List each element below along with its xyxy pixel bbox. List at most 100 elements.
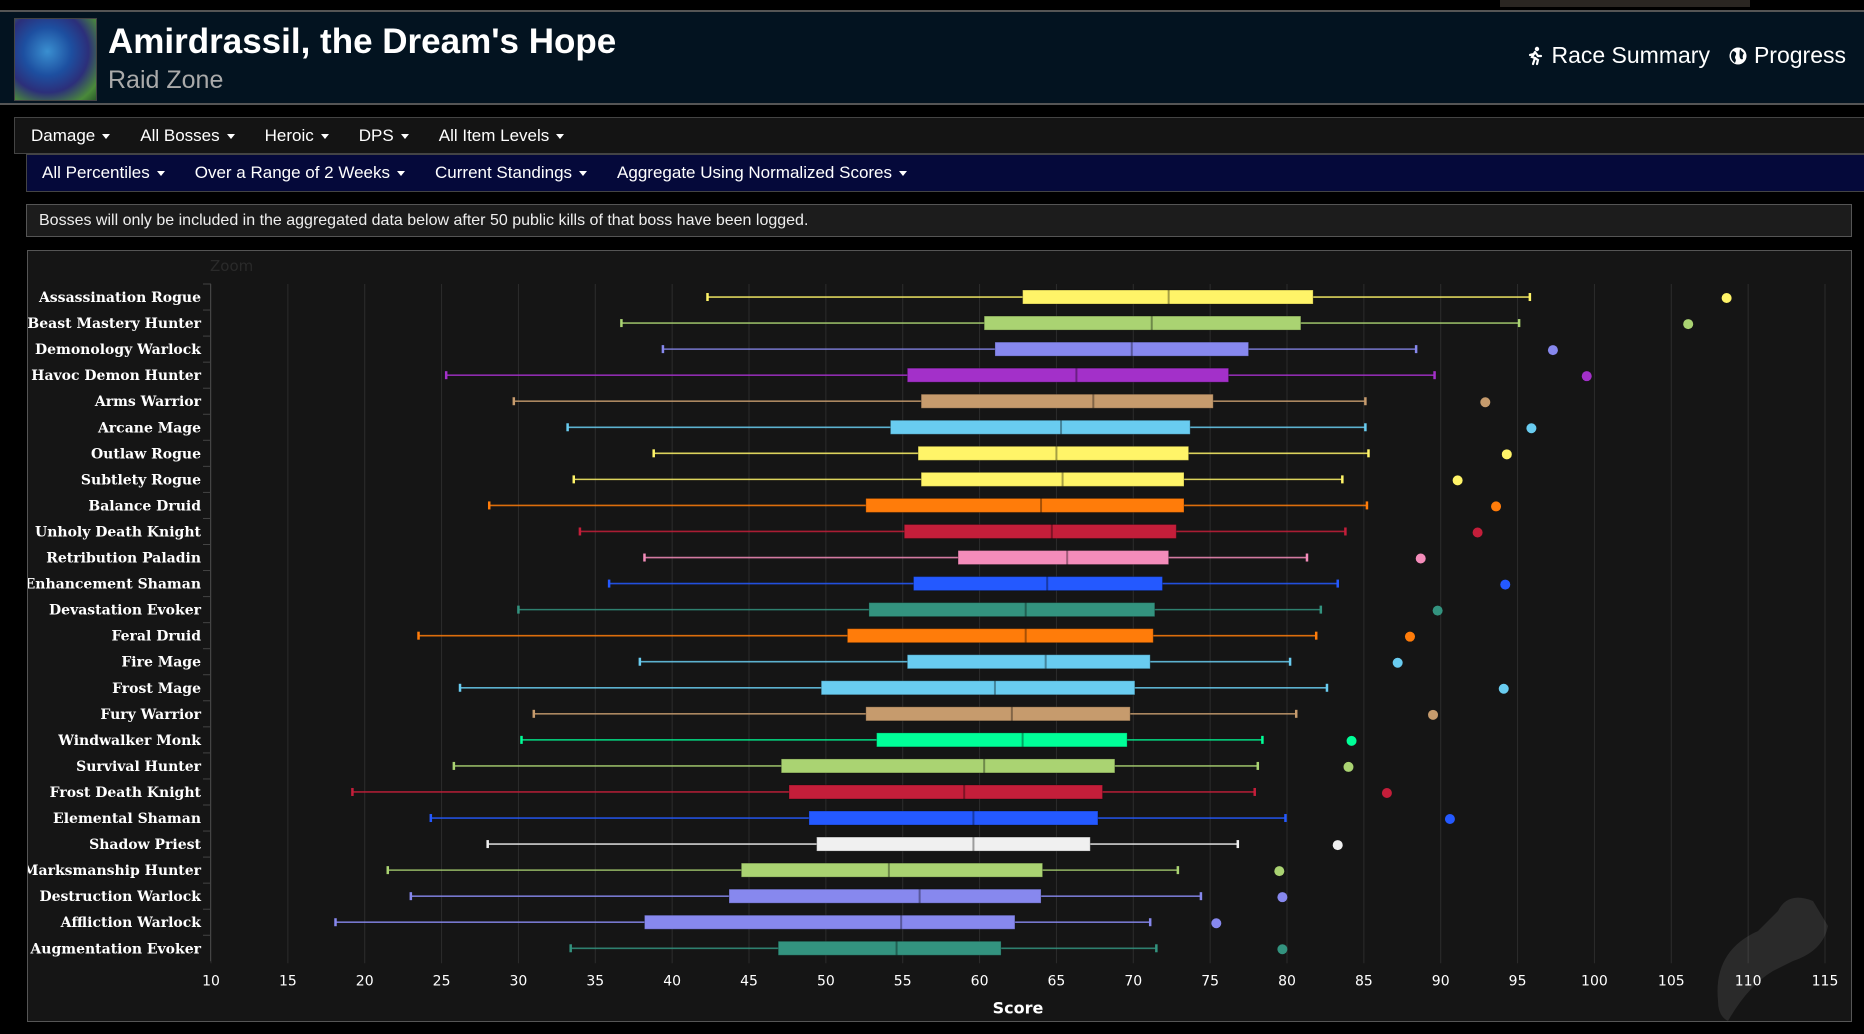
outlier-point: [1452, 475, 1463, 486]
x-tick-label: 75: [1201, 973, 1219, 989]
box-fury-warrior: [532, 706, 1439, 722]
caret-down-icon: [226, 133, 235, 139]
outlier-point: [1480, 397, 1491, 408]
outlier-point: [1343, 761, 1354, 772]
outlier-point: [1498, 683, 1509, 694]
iqr-box: [889, 419, 1191, 435]
iqr-box: [820, 680, 1136, 696]
y-category-label: Havoc Demon Hunter: [31, 368, 201, 384]
y-category-label: Retribution Paladin: [46, 551, 201, 567]
box-elemental-shaman: [429, 810, 1455, 826]
outlier-point: [1381, 787, 1392, 798]
aggregation-notice: Bosses will only be included in the aggr…: [26, 204, 1852, 237]
outlier-point: [1581, 371, 1592, 382]
outlier-point: [1404, 631, 1415, 642]
box-subtlety-rogue: [572, 471, 1463, 487]
x-tick-label: 65: [1048, 973, 1066, 989]
x-tick-label: 15: [279, 973, 297, 989]
outlier-point: [1444, 814, 1455, 825]
plot-area: [334, 289, 1732, 956]
zone-header: Amirdrassil, the Dream's Hope Raid Zone …: [0, 10, 1864, 105]
outlier-point: [1432, 605, 1443, 616]
chart-panel: Zoom Assassination Rogue Beast Mastery Hu…: [27, 250, 1852, 1022]
iqr-box: [994, 341, 1250, 357]
y-category-label: Frost Mage: [112, 681, 201, 697]
time-range-dropdown[interactable]: Over a Range of 2 Weeks: [195, 163, 406, 183]
box-feral-druid: [417, 628, 1415, 644]
secondary-filter-bar: All Percentiles Over a Range of 2 Weeks …: [26, 154, 1864, 192]
box-retribution-paladin: [643, 550, 1426, 566]
header-links: Race Summary Progress: [1525, 42, 1846, 69]
zone-icon: [14, 18, 97, 101]
caret-down-icon: [397, 171, 406, 177]
outlier-point: [1274, 866, 1285, 877]
box-survival-hunter: [452, 758, 1354, 774]
role-dropdown[interactable]: DPS: [359, 126, 409, 146]
race-summary-link[interactable]: Race Summary: [1525, 42, 1710, 69]
box-assassination-rogue: [706, 289, 1732, 305]
caret-down-icon: [579, 171, 588, 177]
outlier-point: [1211, 918, 1222, 929]
outlier-point: [1415, 553, 1426, 564]
difficulty-dropdown[interactable]: Heroic: [265, 126, 329, 146]
metric-dropdown[interactable]: Damage: [31, 125, 111, 146]
x-tick-label: 45: [740, 973, 758, 989]
y-category-label: Frost Death Knight: [50, 785, 202, 801]
boxplot-chart: Zoom Assassination Rogue Beast Mastery Hu…: [28, 257, 1838, 1021]
role-dropdown-label: DPS: [358, 125, 394, 145]
standings-dropdown[interactable]: Current Standings: [435, 163, 588, 183]
aggregate-dropdown-label: Aggregate Using Normalized Scores: [617, 163, 893, 182]
primary-filter-bar: Damage All Bosses Heroic DPS All Item Le…: [14, 117, 1864, 154]
score-axis: 10 15 20 25 30 35 40 45 50 55 60 65 70 75 80 85 90 95 100 1…: [202, 973, 1838, 989]
boss-dropdown[interactable]: All Bosses: [140, 126, 235, 146]
y-category-label: Augmentation Evoker: [29, 941, 201, 957]
percentile-dropdown-label: All Percentiles: [42, 163, 150, 182]
y-category-label: Feral Druid: [111, 629, 201, 645]
iqr-box: [740, 862, 1044, 878]
iqr-box: [643, 914, 1016, 930]
box-destruction-warlock: [409, 888, 1288, 904]
race-summary-label: Race Summary: [1551, 42, 1710, 68]
outlier-point: [1472, 527, 1483, 538]
box-beast-mastery-hunter: [620, 315, 1694, 331]
iqr-box: [920, 471, 1185, 487]
y-category-label: Fury Warrior: [100, 707, 201, 723]
iqr-box: [808, 810, 1099, 826]
caret-down-icon: [320, 133, 329, 139]
running-person-icon: [1529, 46, 1543, 65]
outlier-point: [1491, 501, 1502, 512]
metric-dropdown-label: Damage: [31, 125, 96, 145]
iqr-box: [868, 602, 1156, 618]
x-tick-label: 100: [1581, 973, 1608, 989]
y-category-label: Unholy Death Knight: [35, 524, 202, 540]
x-tick-label: 55: [894, 973, 912, 989]
item-level-dropdown[interactable]: All Item Levels: [439, 126, 565, 146]
iqr-box: [865, 706, 1131, 722]
iqr-box: [846, 628, 1154, 644]
y-category-label: Arms Warrior: [94, 394, 202, 410]
box-windwalker-monk: [520, 732, 1357, 748]
outlier-point: [1500, 579, 1511, 590]
x-tick-label: 10: [202, 973, 220, 989]
x-tick-label: 85: [1355, 973, 1373, 989]
y-category-label: Assassination Rogue: [38, 290, 201, 306]
percentile-dropdown[interactable]: All Percentiles: [42, 163, 165, 183]
x-tick-label: 95: [1509, 973, 1527, 989]
box-marksmanship-hunter: [386, 862, 1285, 878]
y-category-label: Fire Mage: [121, 655, 201, 671]
outlier-point: [1277, 892, 1288, 903]
box-fire-mage: [638, 654, 1403, 670]
x-tick-label: 110: [1735, 973, 1762, 989]
y-category-label: Shadow Priest: [89, 837, 201, 853]
zoom-label[interactable]: Zoom: [210, 257, 253, 275]
iqr-box: [920, 393, 1214, 409]
box-demonology-warlock: [661, 341, 1558, 357]
box-arms-warrior: [512, 393, 1491, 409]
box-balance-druid: [487, 497, 1502, 513]
item-level-dropdown-label: All Item Levels: [438, 125, 550, 145]
progress-link[interactable]: Progress: [1728, 42, 1846, 69]
y-category-label: Enhancement Shaman: [28, 577, 201, 593]
aggregate-dropdown[interactable]: Aggregate Using Normalized Scores: [617, 163, 908, 183]
iqr-box: [983, 315, 1302, 331]
iqr-box: [728, 888, 1042, 904]
